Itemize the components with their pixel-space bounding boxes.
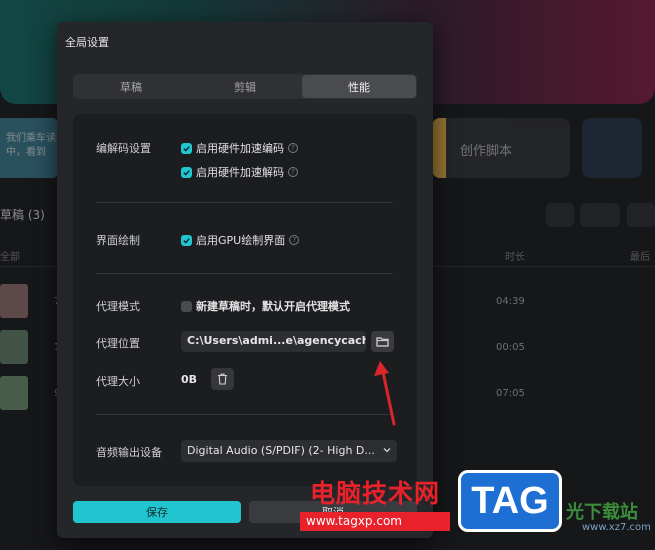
draft-duration: 00:05 [496, 342, 525, 353]
dialog-title: 全局设置 [65, 36, 109, 49]
chevron-down-icon [383, 448, 391, 453]
proxy-mode-option[interactable]: 新建草稿时，默认开启代理模式 [181, 298, 350, 314]
draft-thumb[interactable] [0, 284, 28, 318]
hw-encode-label: 启用硬件加速编码 [196, 142, 284, 155]
search-icon[interactable] [546, 203, 574, 227]
checkbox-unchecked-icon[interactable] [181, 300, 192, 312]
proxy-location-field[interactable]: C:\Users\admi...e\agencycache [181, 331, 366, 352]
watermark-url: www.tagxp.com [300, 512, 450, 531]
trash-icon [218, 373, 227, 385]
watermark: 电脑技术网 www.tagxp.com TAG 光下载站 www.xz7.com [300, 470, 655, 550]
draft-thumb[interactable] [0, 376, 28, 410]
gpu-render-option[interactable]: 启用GPU绘制界面 ? [181, 232, 300, 248]
trash-icon[interactable] [627, 203, 655, 227]
create-script-card[interactable]: 创作脚本 [432, 118, 570, 178]
view-toggle-icon[interactable] [580, 203, 620, 227]
render-label: 界面绘制 [96, 234, 140, 247]
watermark-logo: TAG [458, 470, 562, 532]
audio-output-label: 音频输出设备 [96, 446, 162, 459]
tab-performance[interactable]: 性能 [302, 75, 416, 98]
help-icon[interactable]: ? [288, 167, 298, 177]
settings-tabs: 草稿 剪辑 性能 [73, 74, 417, 99]
checkbox-checked-icon[interactable] [181, 234, 192, 246]
tab-editing[interactable]: 剪辑 [188, 75, 302, 98]
column-last: 最后 [630, 252, 650, 263]
create-script-label: 创作脚本 [460, 144, 513, 159]
script-card-thumb [432, 118, 446, 178]
audio-output-select[interactable]: Digital Audio (S/PDIF) (2- High D... [181, 440, 397, 462]
hw-decode-option[interactable]: 启用硬件加速解码 ? [181, 164, 298, 180]
help-icon[interactable]: ? [289, 235, 300, 245]
template-card[interactable]: 我们乘车读中，看到 [0, 118, 58, 178]
checkbox-checked-icon[interactable] [181, 142, 192, 154]
proxy-size-value: 0B [181, 373, 198, 386]
annotation-arrow-icon [374, 361, 396, 426]
watermark-side-url: www.xz7.com [582, 522, 651, 533]
clear-proxy-button[interactable] [211, 368, 234, 390]
proxy-location-label: 代理位置 [96, 337, 140, 350]
tab-drafts[interactable]: 草稿 [74, 75, 188, 98]
draft-thumb[interactable] [0, 330, 28, 364]
save-button[interactable]: 保存 [73, 501, 241, 523]
template-card-text: 我们乘车读中，看到 [6, 133, 56, 158]
gpu-render-label: 启用GPU绘制界面 [196, 234, 286, 247]
section-divider [96, 414, 393, 415]
draft-duration: 04:39 [496, 296, 525, 307]
proxy-mode-label: 代理模式 [96, 300, 140, 313]
proxy-mode-option-label: 新建草稿时，默认开启代理模式 [196, 300, 350, 313]
browse-folder-button[interactable] [371, 331, 394, 352]
help-icon[interactable]: ? [288, 143, 298, 153]
column-all: 全部 [0, 252, 20, 263]
drafts-title: 草稿 (3) [0, 208, 45, 222]
proxy-size-label: 代理大小 [96, 375, 140, 388]
folder-icon [376, 337, 389, 347]
section-divider [96, 273, 393, 274]
checkbox-checked-icon[interactable] [181, 166, 192, 178]
draft-duration: 07:05 [496, 388, 525, 399]
global-settings-dialog: 全局设置 草稿 剪辑 性能 编解码设置 启用硬件加速编码 ? 启用硬件加速解码 … [57, 22, 433, 538]
hw-decode-label: 启用硬件加速解码 [196, 166, 284, 179]
audio-output-value: Digital Audio (S/PDIF) (2- High D... [187, 444, 375, 457]
watermark-site-name: 电脑技术网 [310, 479, 441, 508]
watermark-side-text: 光下载站 [566, 502, 638, 523]
codec-settings-label: 编解码设置 [96, 142, 151, 155]
column-duration: 时长 [505, 252, 525, 263]
feature-card[interactable] [582, 118, 642, 178]
performance-panel: 编解码设置 启用硬件加速编码 ? 启用硬件加速解码 ? 界面绘制 启用GPU绘制… [73, 114, 417, 486]
section-divider [96, 202, 393, 203]
hw-encode-option[interactable]: 启用硬件加速编码 ? [181, 140, 298, 156]
